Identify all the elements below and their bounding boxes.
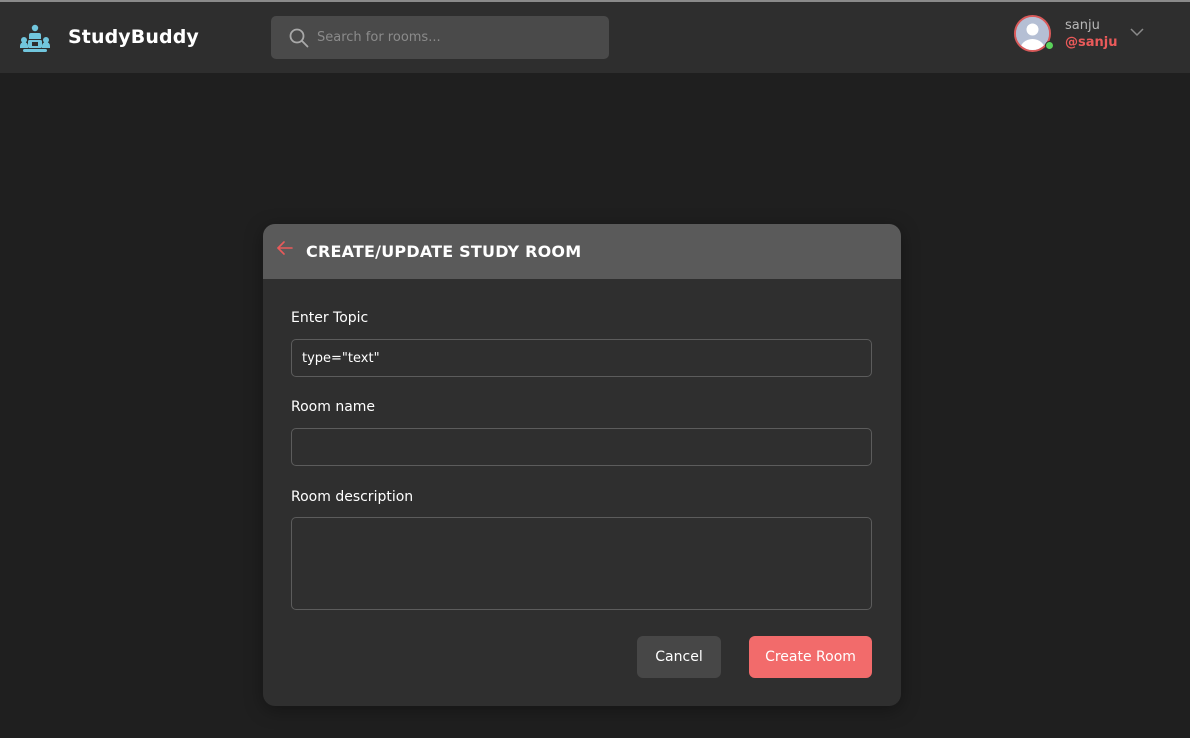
- room-description-label: Room description: [291, 489, 414, 505]
- brand-name[interactable]: StudyBuddy: [68, 26, 199, 48]
- room-name-input[interactable]: [291, 428, 872, 466]
- topic-input[interactable]: [291, 339, 872, 377]
- chevron-down-icon[interactable]: [1129, 25, 1145, 39]
- user-name: sanju: [1065, 18, 1100, 33]
- search-icon: [289, 28, 309, 48]
- form-header: CREATE/UPDATE STUDY ROOM: [263, 224, 901, 279]
- create-room-button[interactable]: Create Room: [749, 636, 872, 678]
- top-navbar: StudyBuddy sanju @sanju: [0, 2, 1190, 73]
- study-group-icon[interactable]: [19, 24, 51, 54]
- room-description-textarea[interactable]: [291, 517, 872, 610]
- search-input[interactable]: [317, 16, 597, 59]
- form-title: CREATE/UPDATE STUDY ROOM: [306, 242, 582, 261]
- room-name-label: Room name: [291, 399, 376, 415]
- user-menu[interactable]: sanju @sanju: [1014, 15, 1154, 55]
- cancel-button[interactable]: Cancel: [637, 636, 721, 678]
- create-room-form: CREATE/UPDATE STUDY ROOM Enter Topic Roo…: [263, 224, 901, 706]
- search-bar: [271, 16, 609, 59]
- online-status-indicator: [1045, 41, 1054, 50]
- arrow-left-icon[interactable]: [276, 239, 294, 257]
- user-handle: @sanju: [1065, 35, 1118, 50]
- topic-label: Enter Topic: [291, 310, 369, 326]
